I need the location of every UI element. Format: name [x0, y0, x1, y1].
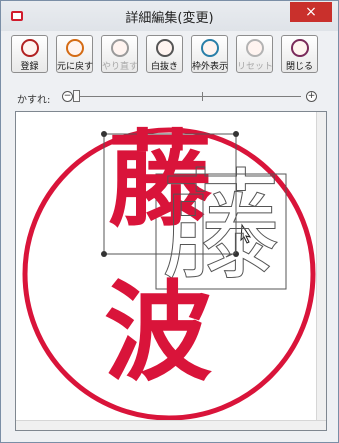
window-title: 詳細編集(変更) — [125, 11, 214, 26]
title-bar: 詳細編集(変更) × — [1, 1, 338, 31]
register-stamp-icon — [21, 39, 39, 57]
show-outside-label: 枠外表示 — [192, 62, 229, 72]
reset-button[interactable]: リセット — [236, 35, 273, 73]
redo-stamp-icon — [111, 39, 129, 57]
blur-slider-row: かすれ: − + — [15, 90, 325, 106]
close-dialog-button[interactable]: 閉じる — [281, 35, 318, 73]
blur-slider-track[interactable] — [79, 96, 301, 97]
outline-button[interactable]: 白抜き — [146, 35, 183, 73]
reset-label: リセット — [237, 62, 274, 72]
outline-label: 白抜き — [150, 62, 178, 72]
handle-top-right[interactable] — [233, 131, 239, 137]
handle-top-left[interactable] — [101, 131, 107, 137]
decrease-button[interactable]: − — [62, 91, 73, 102]
redo-label: やり直す — [102, 62, 139, 72]
slider-center-tick — [202, 92, 203, 101]
undo-button[interactable]: 元に戻す — [56, 35, 93, 73]
undo-label: 元に戻す — [57, 62, 94, 72]
vertical-scrollbar[interactable] — [316, 112, 326, 430]
increase-button[interactable]: + — [306, 91, 317, 102]
horizontal-scrollbar[interactable] — [16, 420, 326, 430]
redo-button[interactable]: やり直す — [101, 35, 138, 73]
blur-label: かすれ: — [17, 95, 51, 106]
close-dialog-label: 閉じる — [285, 62, 313, 72]
close-button[interactable]: × — [290, 2, 332, 22]
show-outside-stamp-icon — [201, 39, 219, 57]
handle-bottom-left[interactable] — [101, 251, 107, 257]
register-label: 登録 — [20, 62, 39, 72]
undo-stamp-icon — [66, 39, 84, 57]
outline-stamp-icon — [156, 39, 174, 57]
stamp-canvas[interactable]: 藤 藤 波 — [15, 111, 327, 431]
register-button[interactable]: 登録 — [11, 35, 48, 73]
blur-slider-thumb[interactable] — [73, 90, 80, 102]
stamp-char-bottom: 波 — [104, 271, 213, 396]
stamp-char-ghost: 藤 — [161, 158, 282, 297]
reset-stamp-icon — [246, 39, 264, 57]
show-outside-button[interactable]: 枠外表示 — [191, 35, 228, 73]
dialog-window: 詳細編集(変更) × 登録 元に戻す やり直す 白抜き 枠外表示 リセット 閉じ… — [0, 0, 339, 443]
close-stamp-icon — [291, 39, 309, 57]
